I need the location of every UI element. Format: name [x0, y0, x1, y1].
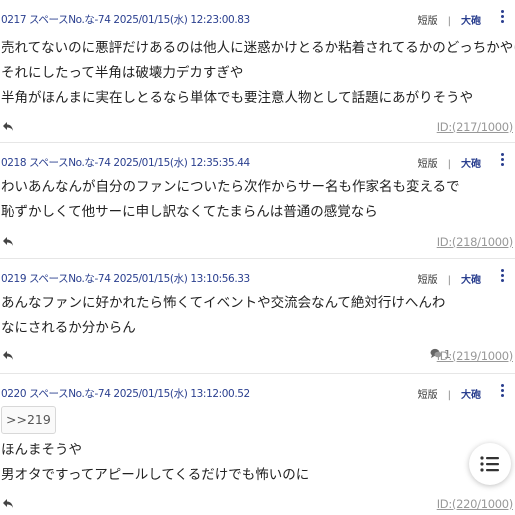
tag-big[interactable]: 大砲 [461, 16, 481, 27]
post-line: 半角がほんまに実在しとるなら単体でも要注意人物として話題にあがりそうや [1, 90, 474, 106]
post-body: わいあんなんが自分のファンについたら次作からサー名も作家名も変えるで 恥ずかしく… [1, 175, 460, 225]
tag-big[interactable]: 大砲 [461, 390, 481, 401]
post-0220: 0220 スペースNo.な-74 2025/01/15(水) 13:12:00.… [0, 374, 515, 515]
post-header: 0217 スペースNo.な-74 2025/01/15(水) 12:23:00.… [0, 10, 515, 28]
post-id-link[interactable]: ID:(217/1000) [437, 120, 514, 134]
reply-arrow-icon[interactable] [2, 235, 14, 247]
post-line: 男オタですってアピールしてくるだけでも怖いのに [1, 467, 310, 483]
tag-separator: | [447, 16, 451, 27]
post-line: 恥ずかしくて他サーに申し訳なくてたまらんは普通の感覚なら [1, 204, 378, 220]
more-vertical-icon[interactable] [495, 151, 509, 171]
reply-arrow-icon[interactable] [2, 349, 14, 361]
post-0218: 0218 スペースNo.な-74 2025/01/15(水) 12:35:35.… [0, 143, 515, 259]
post-meta: 0218 スペースNo.な-74 2025/01/15(水) 12:35:35.… [1, 157, 250, 169]
post-id-link[interactable]: ID:(220/1000) [437, 497, 514, 511]
post-tags: 短版 | 大砲 [418, 155, 481, 170]
post-line: ほんまそうや [1, 442, 82, 458]
post-id-link[interactable]: ID:(219/1000) [437, 349, 514, 363]
reply-anchor-chip[interactable]: >>219 [1, 406, 56, 434]
post-header: 0220 スペースNo.な-74 2025/01/15(水) 13:12:00.… [0, 384, 515, 402]
post-footer: ID:(217/1000) [0, 118, 515, 136]
post-tags: 短版 | 大砲 [418, 12, 481, 27]
tag-separator: | [447, 275, 451, 286]
post-footer: ID:(218/1000) [0, 233, 515, 251]
tag-board[interactable]: 短版 [418, 275, 438, 286]
post-meta: 0220 スペースNo.な-74 2025/01/15(水) 13:12:00.… [1, 388, 250, 400]
tag-board[interactable]: 短版 [418, 159, 438, 170]
more-vertical-icon[interactable] [495, 382, 509, 402]
post-line: 売れてないのに悪評だけあるのは他人に迷惑かけとるか粘着されてるかのどっちかやけど [1, 40, 515, 56]
tag-board[interactable]: 短版 [418, 16, 438, 27]
post-meta: 0219 スペースNo.な-74 2025/01/15(水) 13:10:56.… [1, 273, 250, 285]
post-0217: 0217 スペースNo.な-74 2025/01/15(水) 12:23:00.… [0, 0, 515, 143]
list-menu-icon [480, 456, 499, 472]
post-id-link[interactable]: ID:(218/1000) [437, 235, 514, 249]
post-0219: 0219 スペースNo.な-74 2025/01/15(水) 13:10:56.… [0, 259, 515, 374]
post-line: あんなファンに好かれたら怖くてイベントや交流会なんて絶対行けへんわ [1, 295, 446, 311]
post-body: 売れてないのに悪評だけあるのは他人に迷惑かけとるか粘着されてるかのどっちかやけど… [1, 36, 515, 111]
tag-big[interactable]: 大砲 [461, 159, 481, 170]
reply-arrow-icon[interactable] [2, 497, 14, 509]
post-line: それにしたって半角は破壊力デカすぎや [1, 65, 244, 81]
tag-board[interactable]: 短版 [418, 390, 438, 401]
post-tags: 短版 | 大砲 [418, 386, 481, 401]
post-body: あんなファンに好かれたら怖くてイベントや交流会なんて絶対行けへんわ なにされるか… [1, 291, 445, 341]
post-meta: 0217 スペースNo.な-74 2025/01/15(水) 12:23:00.… [1, 14, 250, 26]
post-tags: 短版 | 大砲 [418, 271, 481, 286]
more-vertical-icon[interactable] [495, 8, 509, 28]
post-footer: ID:(220/1000) [0, 495, 515, 513]
post-body: >>219 ほんまそうや 男オタですってアピールしてくるだけでも怖いのに [1, 406, 309, 488]
more-vertical-icon[interactable] [495, 267, 509, 287]
reply-arrow-icon[interactable] [2, 120, 14, 132]
tag-big[interactable]: 大砲 [461, 275, 481, 286]
tag-separator: | [447, 390, 451, 401]
post-header: 0218 スペースNo.な-74 2025/01/15(水) 12:35:35.… [0, 153, 515, 171]
post-line: なにされるか分からん [1, 320, 136, 336]
tag-separator: | [447, 159, 451, 170]
post-footer: 1 ID:(219/1000) [0, 347, 515, 365]
post-line: わいあんなんが自分のファンについたら次作からサー名も作家名も変えるで [1, 179, 460, 195]
post-header: 0219 スペースNo.な-74 2025/01/15(水) 13:10:56.… [0, 269, 515, 287]
floating-menu-button[interactable] [469, 443, 511, 485]
